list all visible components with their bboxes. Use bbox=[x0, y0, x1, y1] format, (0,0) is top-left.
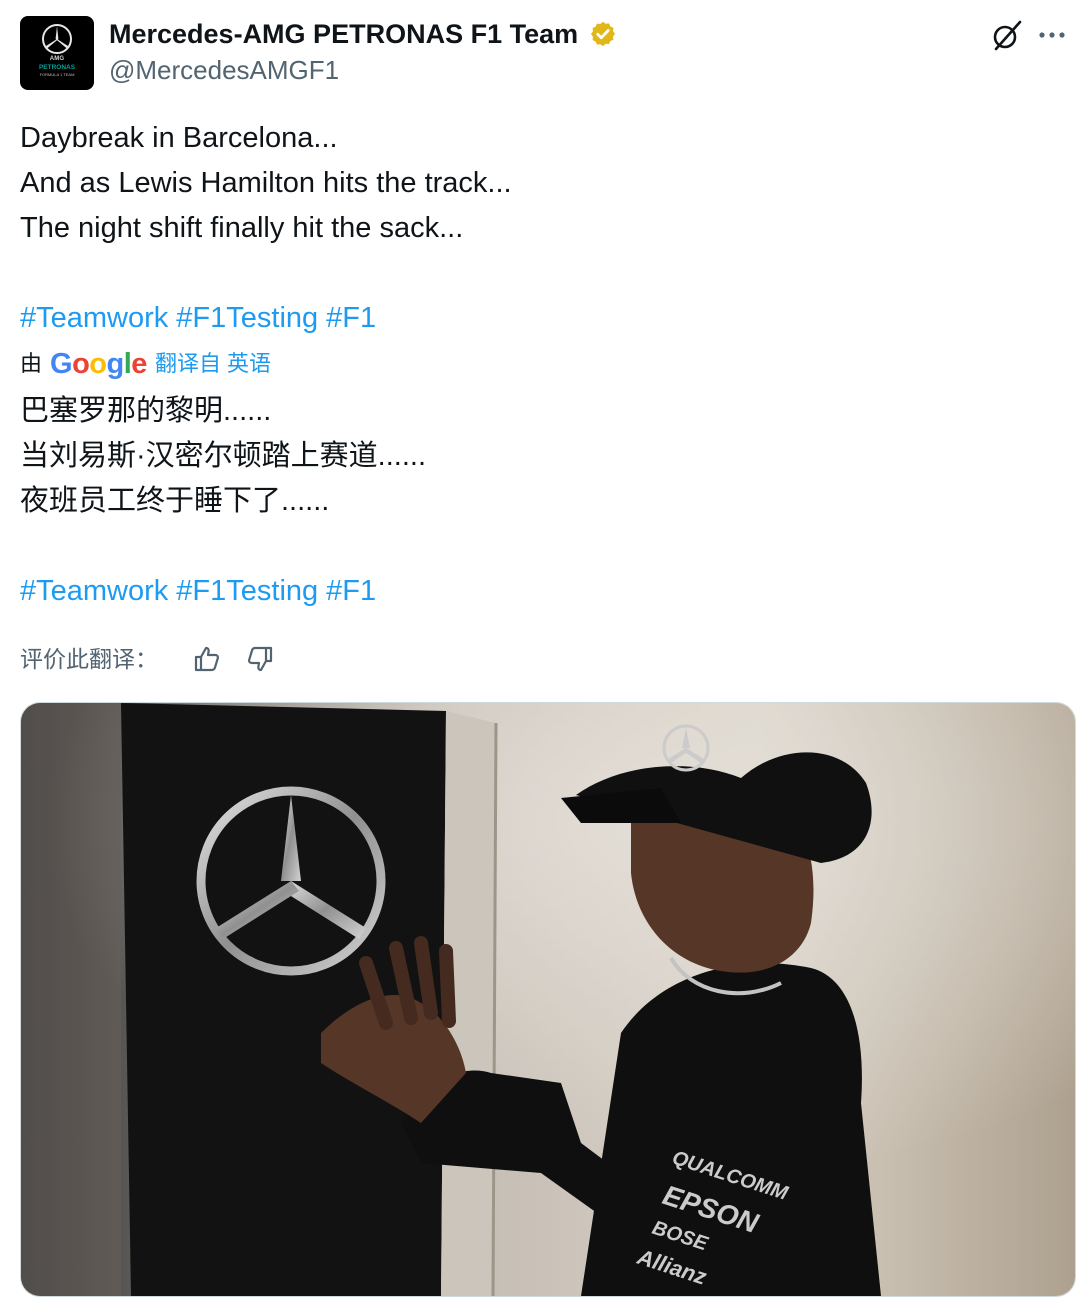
translated-line: 当刘易斯·汉密尔顿踏上赛道...... bbox=[20, 440, 427, 472]
avatar[interactable]: AMG PETRONAS FORMULA 1 TEAM bbox=[20, 16, 94, 90]
tweet-line: The night shift finally hit the sack... bbox=[20, 212, 464, 244]
translated-by-label: 由 bbox=[20, 351, 43, 377]
more-icon[interactable] bbox=[1036, 18, 1068, 52]
tweet-line: Daybreak in Barcelona... bbox=[20, 122, 338, 154]
hashtag-link[interactable]: #F1 bbox=[326, 302, 376, 334]
media-photo: QUALCOMM EPSON BOSE Allianz bbox=[21, 703, 1075, 1296]
hashtag-link[interactable]: #F1Testing bbox=[176, 575, 318, 607]
verified-badge-icon bbox=[590, 21, 615, 47]
avatar-amg-text: AMG bbox=[49, 56, 65, 62]
avatar-formula-text: FORMULA 1 TEAM bbox=[39, 72, 75, 77]
hashtag-link[interactable]: #Teamwork bbox=[20, 575, 168, 607]
translated-line: 夜班员工终于睡下了...... bbox=[20, 485, 330, 517]
tweet-line: And as Lewis Hamilton hits the track... bbox=[20, 167, 512, 199]
account-names: Mercedes-AMG PETRONAS F1 Team @MercedesA… bbox=[109, 16, 617, 88]
display-name[interactable]: Mercedes-AMG PETRONAS F1 Team bbox=[109, 16, 578, 52]
tweet-hashtags: #Teamwork #F1Testing #F1 bbox=[20, 296, 1060, 341]
translated-from-link[interactable]: 翻译自 英语 bbox=[155, 345, 271, 383]
hashtag-link[interactable]: #F1Testing bbox=[176, 302, 318, 334]
tweet-text: Daybreak in Barcelona... And as Lewis Ha… bbox=[20, 116, 1060, 341]
translated-text: 巴塞罗那的黎明...... 当刘易斯·汉密尔顿踏上赛道...... 夜班员工终于… bbox=[20, 389, 1060, 614]
hashtag-link[interactable]: #F1 bbox=[326, 575, 376, 607]
translated-hashtags: #Teamwork #F1Testing #F1 bbox=[20, 569, 1060, 614]
hashtag-link[interactable]: #Teamwork bbox=[20, 302, 168, 334]
translated-line: 巴塞罗那的黎明...... bbox=[20, 395, 272, 427]
translated-by-row: 由 Google 翻译自 英语 bbox=[20, 344, 271, 382]
mercedes-star-icon bbox=[42, 24, 72, 54]
account-handle[interactable]: @MercedesAMGF1 bbox=[109, 52, 617, 88]
tweet-media-image[interactable]: QUALCOMM EPSON BOSE Allianz bbox=[20, 702, 1076, 1297]
rate-translation-label: 评价此翻译： bbox=[20, 645, 158, 672]
avatar-petronas-text: PETRONAS bbox=[38, 64, 76, 71]
rate-translation-row: 评价此翻译： bbox=[20, 637, 275, 677]
google-logo: Google bbox=[50, 348, 147, 381]
thumbs-up-icon[interactable] bbox=[192, 644, 222, 674]
grok-icon[interactable] bbox=[990, 18, 1024, 52]
thumbs-down-icon[interactable] bbox=[245, 644, 275, 674]
tweet-header: AMG PETRONAS FORMULA 1 TEAM Mercedes-AMG… bbox=[20, 16, 1070, 92]
